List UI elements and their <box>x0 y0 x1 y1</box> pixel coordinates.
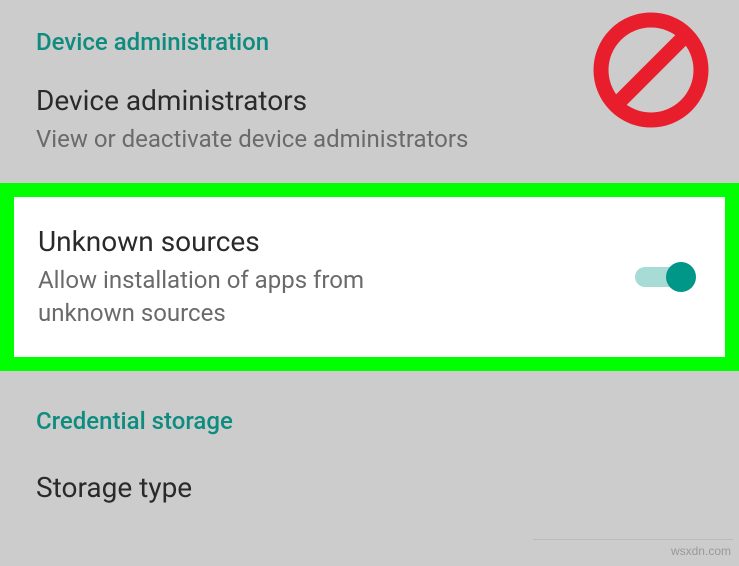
highlight-box: Unknown sources Allow installation of ap… <box>0 183 739 371</box>
setting-subtitle: Allow installation of apps from unknown … <box>38 264 458 329</box>
setting-title: Unknown sources <box>38 225 595 258</box>
setting-title: Storage type <box>36 471 703 504</box>
setting-text: Unknown sources Allow installation of ap… <box>38 225 635 329</box>
toggle-thumb <box>666 262 696 292</box>
setting-storage-type[interactable]: Storage type <box>0 445 739 504</box>
prohibit-icon <box>591 10 711 130</box>
watermark-text: wsxdn.com <box>671 544 731 558</box>
section-header-credential-storage: Credential storage <box>0 371 739 445</box>
setting-unknown-sources[interactable]: Unknown sources Allow installation of ap… <box>14 197 725 357</box>
unknown-sources-toggle[interactable] <box>635 259 691 295</box>
divider <box>533 539 733 540</box>
